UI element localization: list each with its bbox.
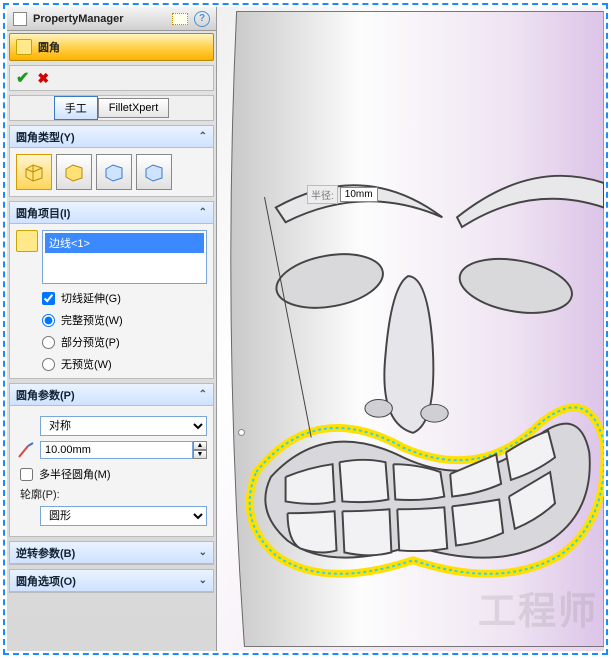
radio-full-preview[interactable] [42, 314, 55, 327]
pin-icon[interactable] [172, 13, 188, 25]
drag-handle[interactable] [238, 429, 245, 436]
opt-multi-radius[interactable]: 多半径圆角(M) [20, 466, 207, 482]
checkbox-multi-radius[interactable] [20, 468, 33, 481]
fillet-type-full-round[interactable] [136, 154, 172, 190]
profile-label: 轮廓(P): [20, 486, 207, 502]
section-header-type[interactable]: 圆角类型(Y) ⌃ [10, 126, 213, 148]
confirm-toolbar: ✔ ✖ [9, 65, 214, 91]
cancel-icon[interactable]: ✖ [37, 70, 49, 87]
symmetry-select[interactable]: 对称 [40, 416, 207, 436]
fillet-type-variable[interactable] [56, 154, 92, 190]
pm-title: PropertyManager [33, 13, 166, 25]
fillet-feature-icon [16, 39, 32, 55]
section-reverse: 逆转参数(B) ⌄ [9, 541, 214, 565]
feature-title-bar: 圆角 [9, 33, 214, 61]
spin-down[interactable]: ▼ [193, 450, 207, 459]
callout-value[interactable]: 10mm [340, 187, 378, 202]
radio-no-preview[interactable] [42, 358, 55, 371]
tab-manual[interactable]: 手工 [54, 96, 98, 120]
tab-filletxpert[interactable]: FilletXpert [98, 98, 170, 118]
property-manager-header: PropertyManager ? [7, 7, 216, 31]
chevron-up-icon: ⌃ [199, 131, 207, 142]
selection-list[interactable]: 边线<1> [42, 230, 207, 284]
symmetry-icon [16, 416, 36, 436]
opt-tangent[interactable]: 切线延伸(G) [42, 290, 207, 306]
section-fillet-params: 圆角参数(P) ⌃ 对称 ▲▼ 多半径圆角(M) 轮廓(P): [9, 383, 214, 537]
profile-select[interactable]: 圆形 [40, 506, 207, 526]
model-face [217, 7, 604, 651]
opt-full-preview[interactable]: 完整预览(W) [42, 312, 207, 328]
opt-partial-preview[interactable]: 部分预览(P) [42, 334, 207, 350]
help-icon[interactable]: ? [194, 11, 210, 27]
section-header-reverse[interactable]: 逆转参数(B) ⌄ [10, 542, 213, 564]
mode-tabs: 手工 FilletXpert [9, 95, 214, 121]
section-fillet-type: 圆角类型(Y) ⌃ [9, 125, 214, 197]
watermark: 工程师 [478, 580, 598, 635]
radius-input[interactable] [40, 441, 193, 459]
chevron-up-icon: ⌃ [199, 389, 207, 400]
fillet-type-face[interactable] [96, 154, 132, 190]
edge-selection-icon [16, 230, 38, 252]
section-header-options[interactable]: 圆角选项(O) ⌄ [10, 570, 213, 592]
feature-name: 圆角 [38, 39, 60, 55]
chevron-down-icon: ⌄ [199, 575, 207, 586]
section-fillet-items: 圆角项目(I) ⌃ 边线<1> 切线延伸(G) 完整预览(W) 部分预览(P) … [9, 201, 214, 379]
radius-callout[interactable]: 半径: 10mm [307, 185, 378, 204]
radius-icon [16, 440, 36, 460]
radio-partial-preview[interactable] [42, 336, 55, 349]
selection-item[interactable]: 边线<1> [45, 233, 204, 253]
callout-label: 半径: [307, 185, 338, 204]
section-header-items[interactable]: 圆角项目(I) ⌃ [10, 202, 213, 224]
opt-no-preview[interactable]: 无预览(W) [42, 356, 207, 372]
spin-up[interactable]: ▲ [193, 441, 207, 450]
3d-viewport[interactable]: 半径: 10mm 工程师 [217, 7, 604, 651]
section-options: 圆角选项(O) ⌄ [9, 569, 214, 593]
checkbox-tangent[interactable] [42, 292, 55, 305]
section-header-params[interactable]: 圆角参数(P) ⌃ [10, 384, 213, 406]
chevron-down-icon: ⌄ [199, 547, 207, 558]
ok-icon[interactable]: ✔ [16, 68, 29, 88]
pm-header-icon [13, 12, 27, 26]
chevron-up-icon: ⌃ [199, 207, 207, 218]
fillet-type-constant[interactable] [16, 154, 52, 190]
